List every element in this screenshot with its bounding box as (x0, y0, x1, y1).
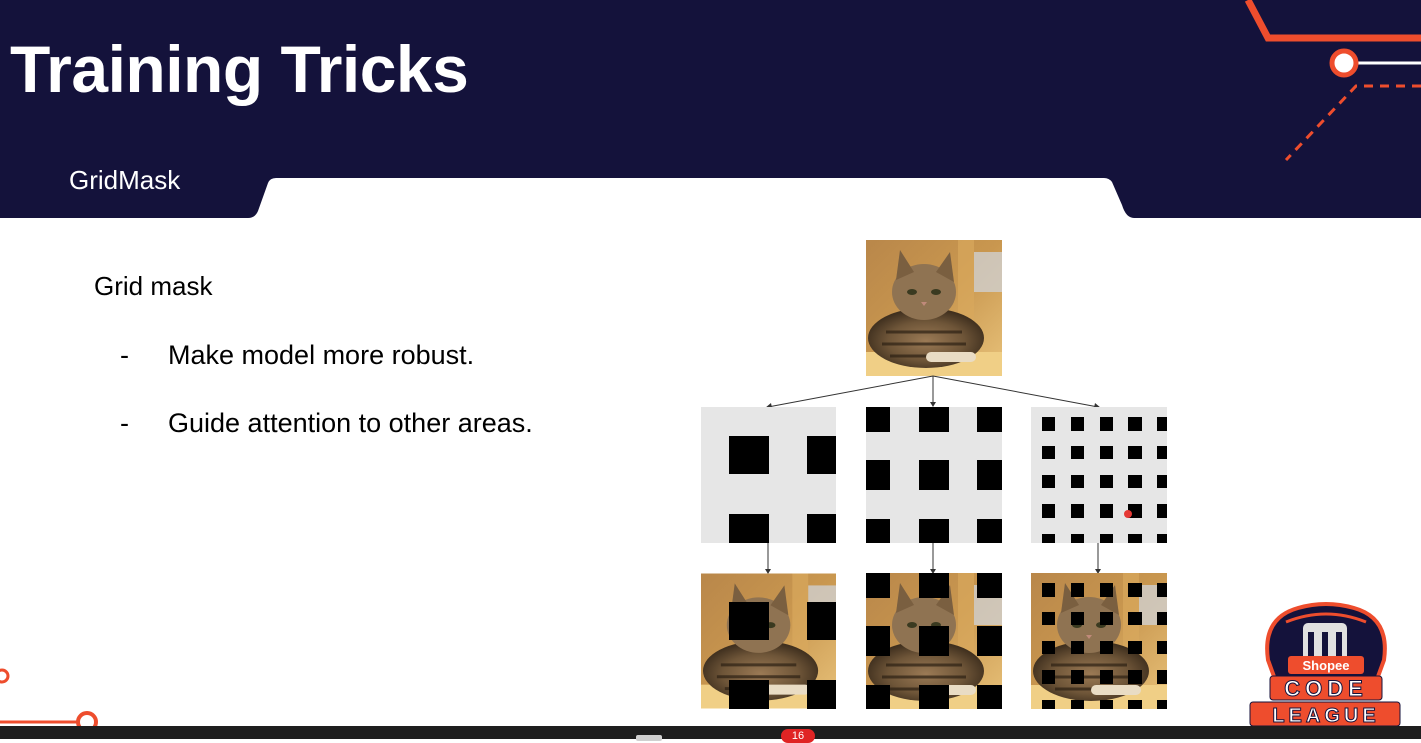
decorative-lines (0, 668, 98, 730)
taskbar (0, 726, 1421, 739)
grid-mask-fine (1031, 407, 1167, 543)
logo-line1-text: CODE (1284, 676, 1368, 701)
masked-result-large (701, 573, 836, 709)
masked-result-fine (1031, 573, 1167, 709)
masked-result-medium (866, 573, 1002, 709)
taskbar-app-icon[interactable] (636, 735, 662, 741)
source-cat-image (866, 240, 1002, 376)
code-league-logo: Shopee CODE LEAGUE (1249, 602, 1401, 728)
grid-mask-medium (866, 407, 1002, 543)
grid-mask-large (701, 407, 836, 543)
logo-brand-text: Shopee (1303, 658, 1350, 673)
logo-line2-text: LEAGUE (1272, 705, 1379, 727)
gridmask-figure (701, 240, 1167, 709)
notification-badge[interactable]: 16 (781, 729, 815, 743)
